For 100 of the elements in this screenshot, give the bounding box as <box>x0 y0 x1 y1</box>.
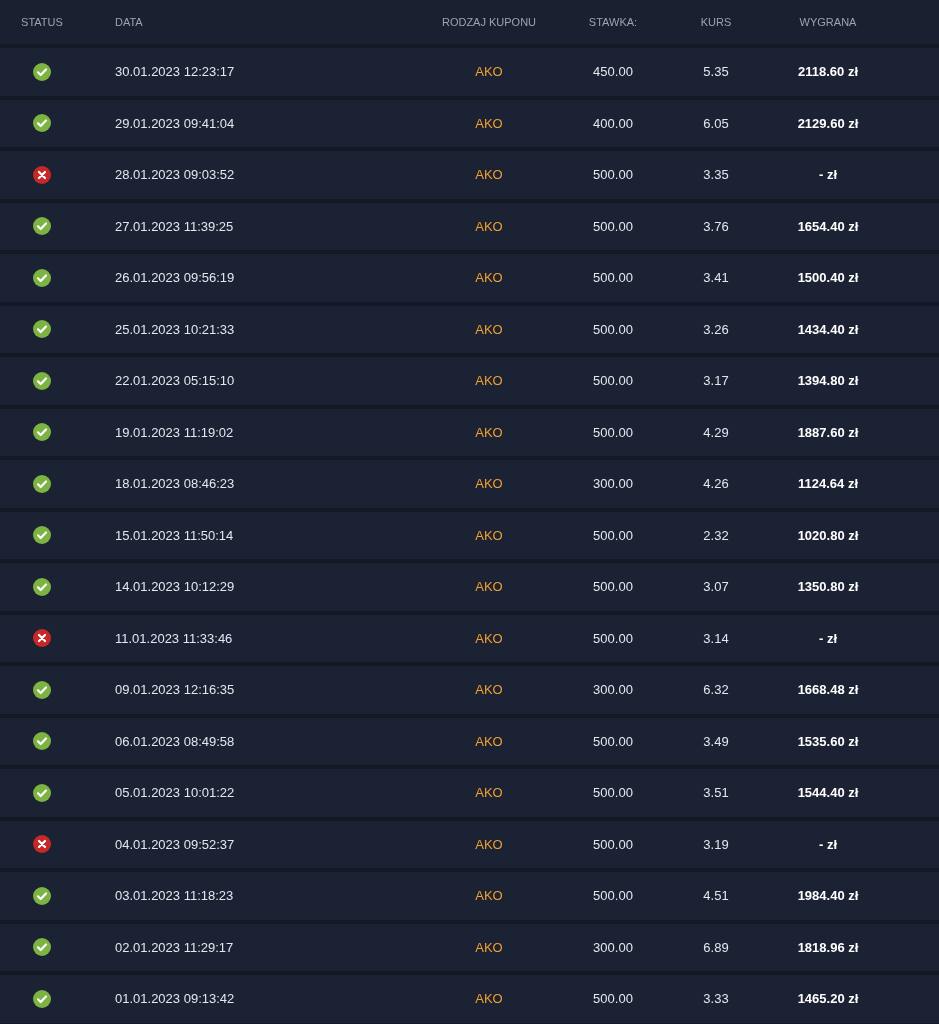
stake-cell-text: 300.00 <box>593 938 633 957</box>
stake-cell-text: 500.00 <box>593 887 633 905</box>
stake-cell-text: 500.00 <box>593 526 633 545</box>
payout-cell-text: - zł <box>818 835 838 854</box>
payout-cell-text: 1668.48 zł <box>797 681 859 699</box>
date-cell-text: 05.01.2023 10:01:22 <box>114 784 235 802</box>
payout-cell-text: 1887.60 zł <box>797 423 859 442</box>
odds-cell-text: 3.26 <box>703 320 729 339</box>
coupon-type-cell-text: AKO <box>475 372 503 390</box>
stake-cell-text: 300.00 <box>593 681 633 699</box>
stake-cell-text: 500.00 <box>593 166 633 184</box>
coupon-type-cell-text: AKO <box>475 784 503 802</box>
odds-cell-text: 6.32 <box>703 681 729 699</box>
date-cell-text: 26.01.2023 09:56:19 <box>114 269 235 287</box>
column-header: STATUS <box>21 14 63 30</box>
payout-cell-text: 1544.40 zł <box>797 784 859 802</box>
date-cell-text: 28.01.2023 09:03:52 <box>114 166 235 184</box>
coupon-type-cell-text: AKO <box>475 423 503 442</box>
coupon-type-cell-text: AKO <box>475 887 503 905</box>
coupon-type-cell-text: AKO <box>475 990 503 1008</box>
odds-cell-text: 3.76 <box>703 217 729 236</box>
coupon-type-cell-text: AKO <box>475 320 503 339</box>
coupon-type-cell-text: AKO <box>475 629 503 648</box>
column-header: RODZAJ KUPONU <box>441 14 537 30</box>
coupon-type-cell-text: AKO <box>475 681 503 699</box>
odds-cell-text: 3.51 <box>703 784 729 802</box>
date-cell-text: 04.01.2023 09:52:37 <box>114 835 235 854</box>
date-cell-text: 01.01.2023 09:13:42 <box>114 990 235 1008</box>
date-cell-text: 15.01.2023 11:50:14 <box>114 526 234 545</box>
date-cell-text: 29.01.2023 09:41:04 <box>114 114 235 133</box>
column-header: STAWKA: <box>588 14 638 30</box>
date-cell-text: 30.01.2023 12:23:17 <box>114 63 235 81</box>
date-cell-text: 27.01.2023 11:39:25 <box>114 217 234 236</box>
stake-cell-text: 500.00 <box>593 835 633 854</box>
coupon-type-cell-text: AKO <box>475 578 503 596</box>
stake-cell-text: 500.00 <box>593 578 633 596</box>
stake-cell-text: 500.00 <box>593 629 633 648</box>
date-cell-text: 03.01.2023 11:18:23 <box>114 887 234 905</box>
column-header: DATA <box>114 14 143 30</box>
date-cell-text: 11.01.2023 11:33:46 <box>114 629 233 648</box>
odds-cell-text: 6.05 <box>703 114 729 133</box>
date-cell-text: 19.01.2023 11:19:02 <box>114 423 234 442</box>
payout-cell-text: 1350.80 zł <box>797 578 859 596</box>
stake-cell-text: 500.00 <box>593 320 633 339</box>
stake-cell-text: 500.00 <box>593 784 633 802</box>
payout-cell-text: 1984.40 zł <box>797 887 859 905</box>
coupon-type-cell-text: AKO <box>475 938 503 957</box>
odds-cell-text: 3.33 <box>703 990 729 1008</box>
payout-cell-text: 1020.80 zł <box>797 526 859 545</box>
odds-cell-text: 3.19 <box>703 835 729 854</box>
stake-cell-text: 500.00 <box>593 217 633 236</box>
stake-cell-text: 400.00 <box>593 114 633 133</box>
odds-cell-text: 2.32 <box>703 526 729 545</box>
date-cell-text: 09.01.2023 12:16:35 <box>114 681 235 699</box>
stake-cell-text: 500.00 <box>593 990 633 1008</box>
payout-cell-text: 1394.80 zł <box>797 372 859 390</box>
column-header: KURS <box>700 14 732 30</box>
payout-cell-text: 2118.60 zł <box>798 63 858 81</box>
coupon-type-cell-text: AKO <box>475 732 503 751</box>
stake-cell-text: 450.00 <box>593 63 633 81</box>
date-cell-text: 25.01.2023 10:21:33 <box>114 320 235 339</box>
odds-cell-text: 3.17 <box>703 372 729 390</box>
coupon-type-cell-text: AKO <box>475 269 503 287</box>
coupon-type-cell-text: AKO <box>475 63 503 81</box>
payout-cell-text: 1500.40 zł <box>797 269 859 287</box>
payout-cell-text: 1434.40 zł <box>797 320 859 339</box>
date-cell-text: 02.01.2023 11:29:17 <box>114 938 234 957</box>
date-cell-text: 06.01.2023 08:49:58 <box>114 732 235 751</box>
odds-cell-text: 4.29 <box>703 423 729 442</box>
stake-cell-text: 500.00 <box>593 269 633 287</box>
date-cell-text: 18.01.2023 08:46:23 <box>114 475 235 493</box>
odds-cell-text: 3.35 <box>703 166 729 184</box>
stake-cell-text: 500.00 <box>593 732 633 751</box>
odds-cell-text: 3.07 <box>703 578 729 596</box>
odds-cell-text: 6.89 <box>703 938 729 957</box>
coupon-type-cell-text: AKO <box>475 475 503 493</box>
payout-cell-text: 1818.96 zł <box>797 938 859 957</box>
payout-cell-text: 1465.20 zł <box>797 990 859 1008</box>
odds-cell-text: 3.49 <box>703 732 729 751</box>
coupon-type-cell-text: AKO <box>475 217 503 236</box>
payout-cell-text: - zł <box>818 166 838 184</box>
odds-cell-text: 4.26 <box>703 475 729 493</box>
date-cell-text: 22.01.2023 05:15:10 <box>114 372 235 390</box>
stake-cell-text: 300.00 <box>593 475 633 493</box>
payout-cell-text: 1124.64 zł <box>798 475 858 493</box>
coupon-type-cell-text: AKO <box>475 114 503 133</box>
date-cell-text: 14.01.2023 10:12:29 <box>114 578 235 596</box>
stake-cell-text: 500.00 <box>593 423 633 442</box>
payout-cell-text: - zł <box>818 629 838 648</box>
coupon-type-cell-text: AKO <box>475 526 503 545</box>
odds-cell-text: 4.51 <box>703 887 729 905</box>
odds-cell-text: 3.14 <box>703 629 729 648</box>
payout-cell-text: 1535.60 zł <box>797 732 859 751</box>
coupon-type-cell-text: AKO <box>475 835 503 854</box>
odds-cell-text: 3.41 <box>703 269 729 287</box>
column-header: WYGRANA <box>799 14 857 30</box>
payout-cell-text: 2129.60 zł <box>797 114 859 133</box>
stake-cell-text: 500.00 <box>593 372 633 390</box>
odds-cell-text: 5.35 <box>703 63 729 81</box>
payout-cell-text: 1654.40 zł <box>797 217 859 236</box>
